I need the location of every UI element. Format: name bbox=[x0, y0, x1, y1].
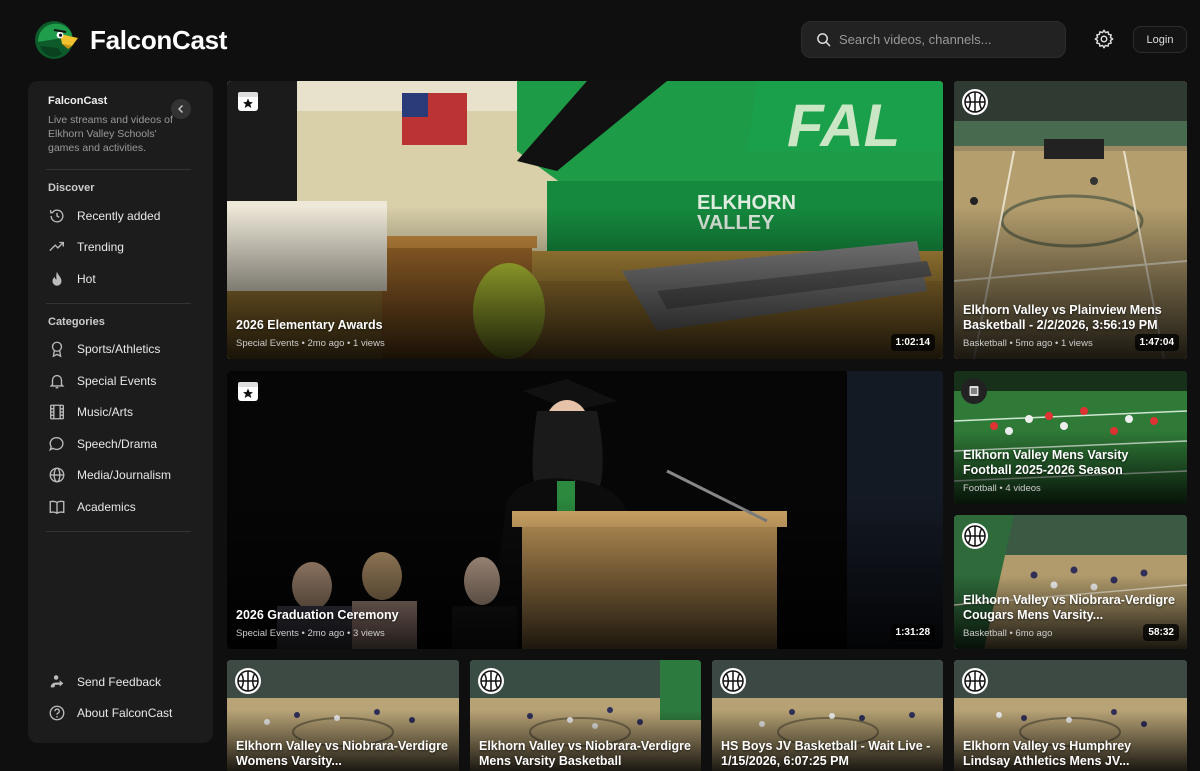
video-title: 2026 Elementary Awards bbox=[236, 318, 383, 332]
sidebar-item-sports-athletics[interactable]: Sports/Athletics bbox=[48, 334, 193, 366]
sidebar-item-label: Music/Arts bbox=[77, 405, 134, 420]
video-title: Elkhorn Valley Mens Varsity Football 202… bbox=[963, 448, 1129, 477]
sidebar-item-label: Academics bbox=[77, 499, 136, 514]
sidebar-item-academics[interactable]: Academics bbox=[48, 491, 193, 523]
search-icon bbox=[817, 33, 831, 47]
video-duration: 1:02:14 bbox=[890, 334, 935, 351]
video-duration: 1:31:28 bbox=[890, 624, 935, 641]
video-meta: Basketball • 5mo ago • 1 views bbox=[963, 338, 1093, 349]
search-input[interactable] bbox=[839, 32, 1049, 47]
bell-icon bbox=[49, 374, 65, 389]
logo[interactable]: FalconCast bbox=[32, 16, 227, 64]
sidebar-item-about[interactable]: About FalconCast bbox=[48, 698, 172, 730]
book-icon bbox=[49, 500, 65, 514]
sidebar-item-label: Media/Journalism bbox=[77, 468, 172, 483]
login-button[interactable]: Login bbox=[1133, 26, 1187, 53]
sidebar-item-hot[interactable]: Hot bbox=[48, 263, 193, 295]
flame-icon bbox=[52, 271, 62, 286]
globe-icon bbox=[49, 467, 65, 483]
video-card-plainview-basketball[interactable]: Elkhorn Valley vs Plainview Mens Basketb… bbox=[954, 81, 1187, 359]
sidebar-item-label: About FalconCast bbox=[77, 706, 173, 721]
sidebar-item-label: Recently added bbox=[77, 208, 161, 223]
sidebar-item-speech-drama[interactable]: Speech/Drama bbox=[48, 428, 193, 460]
sidebar-item-recently-added[interactable]: Recently added bbox=[48, 200, 193, 232]
app-name: FalconCast bbox=[90, 24, 228, 55]
video-card-humphrey-lindsay[interactable]: Elkhorn Valley vs Humphrey Lindsay Athle… bbox=[954, 660, 1187, 771]
basketball-icon bbox=[962, 89, 988, 115]
video-meta: Football • 4 videos bbox=[963, 483, 1041, 494]
basketball-icon bbox=[235, 668, 261, 694]
sidebar-item-label: Special Events bbox=[77, 373, 157, 388]
video-meta: Basketball • 6mo ago bbox=[963, 628, 1053, 639]
video-title: Elkhorn Valley vs Niobrara-Verdigre Mens… bbox=[479, 739, 691, 768]
calendar-star-icon bbox=[238, 382, 258, 401]
falcon-logo-icon bbox=[35, 21, 78, 59]
sidebar-item-media-journalism[interactable]: Media/Journalism bbox=[48, 460, 193, 492]
playlist-icon bbox=[961, 378, 987, 404]
video-card-elementary-awards[interactable]: FAL ELKHORN VALLEY 2026 Elementary Award… bbox=[227, 81, 943, 359]
film-icon bbox=[50, 404, 64, 420]
video-title: HS Boys JV Basketball - Wait Live - 1/15… bbox=[721, 739, 931, 768]
basketball-icon bbox=[478, 668, 504, 694]
basketball-icon bbox=[962, 523, 988, 549]
settings-gear-icon[interactable] bbox=[1093, 28, 1115, 50]
calendar-star-icon bbox=[238, 92, 258, 111]
medal-icon bbox=[51, 341, 63, 358]
sidebar-item-special-events[interactable]: Special Events bbox=[48, 365, 193, 397]
sidebar-divider bbox=[46, 169, 191, 170]
sidebar-item-label: Sports/Athletics bbox=[77, 342, 161, 357]
sidebar-divider bbox=[46, 530, 191, 532]
sidebar-item-label: Send Feedback bbox=[77, 674, 162, 689]
chevron-left-icon bbox=[178, 105, 183, 113]
sidebar-footer: Send Feedback About FalconCast bbox=[48, 666, 172, 729]
question-icon bbox=[49, 705, 65, 721]
collapse-sidebar-button[interactable] bbox=[171, 99, 191, 119]
video-title: Elkhorn Valley vs Niobrara-Verdigre Coug… bbox=[963, 593, 1175, 622]
sidebar: FalconCast Live streams and videos of El… bbox=[28, 81, 213, 743]
video-duration: 1:47:04 bbox=[1134, 334, 1179, 351]
video-card-niobrara-mens[interactable]: Elkhorn Valley vs Niobrara-Verdigre Mens… bbox=[470, 660, 701, 771]
sidebar-item-label: Hot bbox=[77, 271, 96, 286]
video-card-niobrara-verdigre-cougars[interactable]: Elkhorn Valley vs Niobrara-Verdigre Coug… bbox=[954, 515, 1187, 649]
video-card-niobrara-womens[interactable]: Elkhorn Valley vs Niobrara-Verdigre Wome… bbox=[227, 660, 459, 771]
categories-heading: Categories bbox=[48, 315, 105, 328]
video-title: Elkhorn Valley vs Plainview Mens Basketb… bbox=[963, 303, 1162, 332]
basketball-icon bbox=[720, 668, 746, 694]
basketball-icon bbox=[962, 668, 988, 694]
playlist-card-football-season[interactable]: Elkhorn Valley Mens Varsity Football 202… bbox=[954, 371, 1187, 504]
clock-history-icon bbox=[49, 209, 64, 223]
video-card-graduation-ceremony[interactable]: 2026 Graduation Ceremony Special Events … bbox=[227, 371, 943, 649]
video-meta: Special Events • 2mo ago • 3 views bbox=[236, 628, 385, 639]
video-title: 2026 Graduation Ceremony bbox=[236, 608, 399, 622]
video-meta: Special Events • 2mo ago • 1 views bbox=[236, 338, 385, 349]
video-title: Elkhorn Valley vs Humphrey Lindsay Athle… bbox=[963, 739, 1132, 768]
sidebar-item-send-feedback[interactable]: Send Feedback bbox=[48, 666, 172, 698]
top-bar: FalconCast Login bbox=[0, 0, 1200, 80]
feedback-icon bbox=[50, 675, 64, 688]
sidebar-description: Live streams and videos of Elkhorn Valle… bbox=[48, 114, 173, 154]
sidebar-item-music-arts[interactable]: Music/Arts bbox=[48, 397, 193, 429]
sidebar-item-label: Speech/Drama bbox=[77, 436, 158, 451]
speech-bubble-icon bbox=[49, 436, 64, 452]
discover-heading: Discover bbox=[48, 182, 95, 194]
video-title: Elkhorn Valley vs Niobrara-Verdigre Wome… bbox=[236, 739, 448, 768]
sidebar-divider bbox=[46, 302, 191, 304]
sidebar-item-trending[interactable]: Trending bbox=[48, 232, 193, 264]
sidebar-item-label: Trending bbox=[77, 240, 124, 255]
trending-icon bbox=[49, 242, 64, 252]
video-duration: 58:32 bbox=[1143, 624, 1179, 641]
video-card-hs-boys-jv[interactable]: HS Boys JV Basketball - Wait Live - 1/15… bbox=[712, 660, 943, 771]
search-bar[interactable] bbox=[801, 21, 1066, 58]
